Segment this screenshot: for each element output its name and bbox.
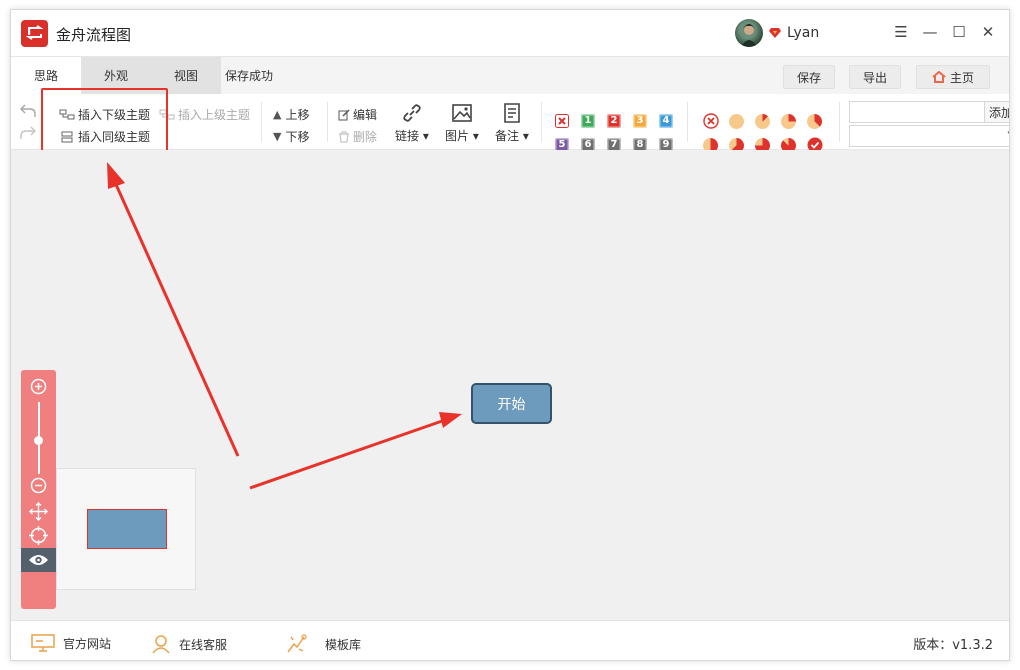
person-icon bbox=[152, 635, 170, 654]
image-icon bbox=[452, 104, 472, 122]
link-label: 链接 bbox=[395, 129, 420, 143]
arrow-down-icon: ▼ bbox=[273, 130, 282, 143]
delete-label: 删除 bbox=[353, 130, 378, 144]
official-website-label: 官方网站 bbox=[63, 636, 112, 651]
save-button[interactable]: 保存 bbox=[783, 65, 835, 89]
toolbar-divider bbox=[541, 102, 542, 142]
image-button[interactable]: 图片 ▾ bbox=[445, 102, 479, 144]
progress-2-icon[interactable] bbox=[781, 114, 796, 129]
progress-1-icon[interactable] bbox=[755, 114, 770, 129]
priority-3-icon[interactable]: 3 bbox=[633, 114, 647, 128]
avatar[interactable] bbox=[735, 19, 763, 47]
app-logo-icon bbox=[21, 20, 48, 47]
priority-4-icon[interactable]: 4 bbox=[659, 114, 673, 128]
status-footer: 官方网站 在线客服 模板库 版本：v1.3.2 bbox=[11, 620, 1009, 660]
eye-icon bbox=[29, 555, 48, 565]
toolbar-select[interactable]: ▾ bbox=[849, 125, 1009, 147]
redo-icon[interactable] bbox=[19, 126, 37, 140]
home-label: 主页 bbox=[949, 71, 974, 85]
monitor-icon bbox=[31, 634, 55, 652]
toolbar-divider bbox=[261, 102, 262, 142]
home-button[interactable]: 主页 bbox=[916, 65, 990, 89]
annotation-highlight-box bbox=[41, 88, 168, 152]
close-button[interactable]: ✕ bbox=[977, 21, 999, 43]
delete-button[interactable]: 删除 bbox=[338, 128, 377, 145]
minimize-button[interactable]: — bbox=[919, 21, 941, 43]
minimap-viewport[interactable] bbox=[87, 509, 167, 549]
link-button[interactable]: 链接 ▾ bbox=[395, 102, 429, 144]
vip-diamond-icon bbox=[769, 28, 781, 38]
progress-0-icon[interactable] bbox=[729, 114, 744, 129]
toolbar-text-input[interactable] bbox=[849, 101, 985, 123]
toggle-minimap-button[interactable] bbox=[21, 548, 56, 572]
home-icon bbox=[932, 70, 946, 83]
pan-move-icon[interactable] bbox=[29, 502, 48, 521]
image-label: 图片 bbox=[445, 129, 470, 143]
progress-3-icon[interactable] bbox=[807, 114, 822, 129]
trash-icon bbox=[339, 131, 349, 142]
menu-icon[interactable]: ☰ bbox=[890, 21, 912, 43]
insert-parent-button[interactable]: 插入上级主题 bbox=[159, 106, 250, 123]
note-label: 备注 bbox=[495, 129, 520, 143]
app-title: 金舟流程图 bbox=[56, 26, 132, 44]
title-bar: 金舟流程图 Lyan ☰ — ☐ ✕ bbox=[11, 10, 1009, 56]
zoom-panel bbox=[21, 370, 56, 609]
remove-priority-icon[interactable] bbox=[555, 114, 569, 128]
version-label: 版本：v1.3.2 bbox=[913, 638, 993, 653]
official-website-link[interactable]: 官方网站 bbox=[31, 634, 111, 652]
toolbar-divider bbox=[839, 102, 840, 142]
template-icon bbox=[287, 634, 307, 653]
save-status: 保存成功 bbox=[225, 69, 274, 83]
move-up-button[interactable]: ▲ 上移 bbox=[273, 106, 309, 123]
link-icon bbox=[403, 104, 421, 122]
user-name[interactable]: Lyan bbox=[787, 25, 819, 41]
priority-2-icon[interactable]: 2 bbox=[607, 114, 621, 128]
add-button[interactable]: 添加 bbox=[985, 101, 1009, 123]
zoom-out-icon[interactable] bbox=[29, 476, 48, 495]
arrow-up-icon: ▲ bbox=[273, 108, 282, 121]
template-library-label: 模板库 bbox=[325, 637, 362, 652]
edit-label: 编辑 bbox=[353, 108, 378, 122]
maximize-button[interactable]: ☐ bbox=[948, 21, 970, 43]
template-library-link[interactable]: 模板库 bbox=[285, 634, 361, 654]
edit-button[interactable]: 编辑 bbox=[338, 106, 377, 123]
online-support-label: 在线客服 bbox=[179, 637, 228, 652]
zoom-slider-handle[interactable] bbox=[34, 436, 43, 445]
move-up-label: 上移 bbox=[285, 108, 310, 122]
toolbar-divider bbox=[687, 102, 688, 142]
insert-parent-label: 插入上级主题 bbox=[178, 108, 251, 122]
remove-progress-icon[interactable] bbox=[703, 113, 719, 129]
edit-icon bbox=[338, 108, 350, 120]
export-button[interactable]: 导出 bbox=[849, 65, 901, 89]
move-down-button[interactable]: ▼ 下移 bbox=[273, 128, 309, 145]
chevron-down-icon: ▾ bbox=[1007, 129, 1009, 139]
priority-1-icon[interactable]: 1 bbox=[581, 114, 595, 128]
undo-icon[interactable] bbox=[19, 104, 37, 118]
note-icon bbox=[504, 103, 520, 123]
app-window: 金舟流程图 Lyan ☰ — ☐ ✕ 思路 外观 视图 保存成功 保存 导出 主… bbox=[10, 9, 1010, 661]
online-support-link[interactable]: 在线客服 bbox=[151, 634, 227, 654]
zoom-in-icon[interactable] bbox=[29, 377, 48, 396]
minimap[interactable] bbox=[56, 468, 196, 590]
toolbar-divider bbox=[327, 102, 328, 142]
note-button[interactable]: 备注 ▾ bbox=[495, 102, 529, 144]
center-target-icon[interactable] bbox=[29, 526, 48, 545]
move-down-label: 下移 bbox=[285, 130, 310, 144]
root-topic-node[interactable]: 开始 bbox=[471, 383, 552, 424]
